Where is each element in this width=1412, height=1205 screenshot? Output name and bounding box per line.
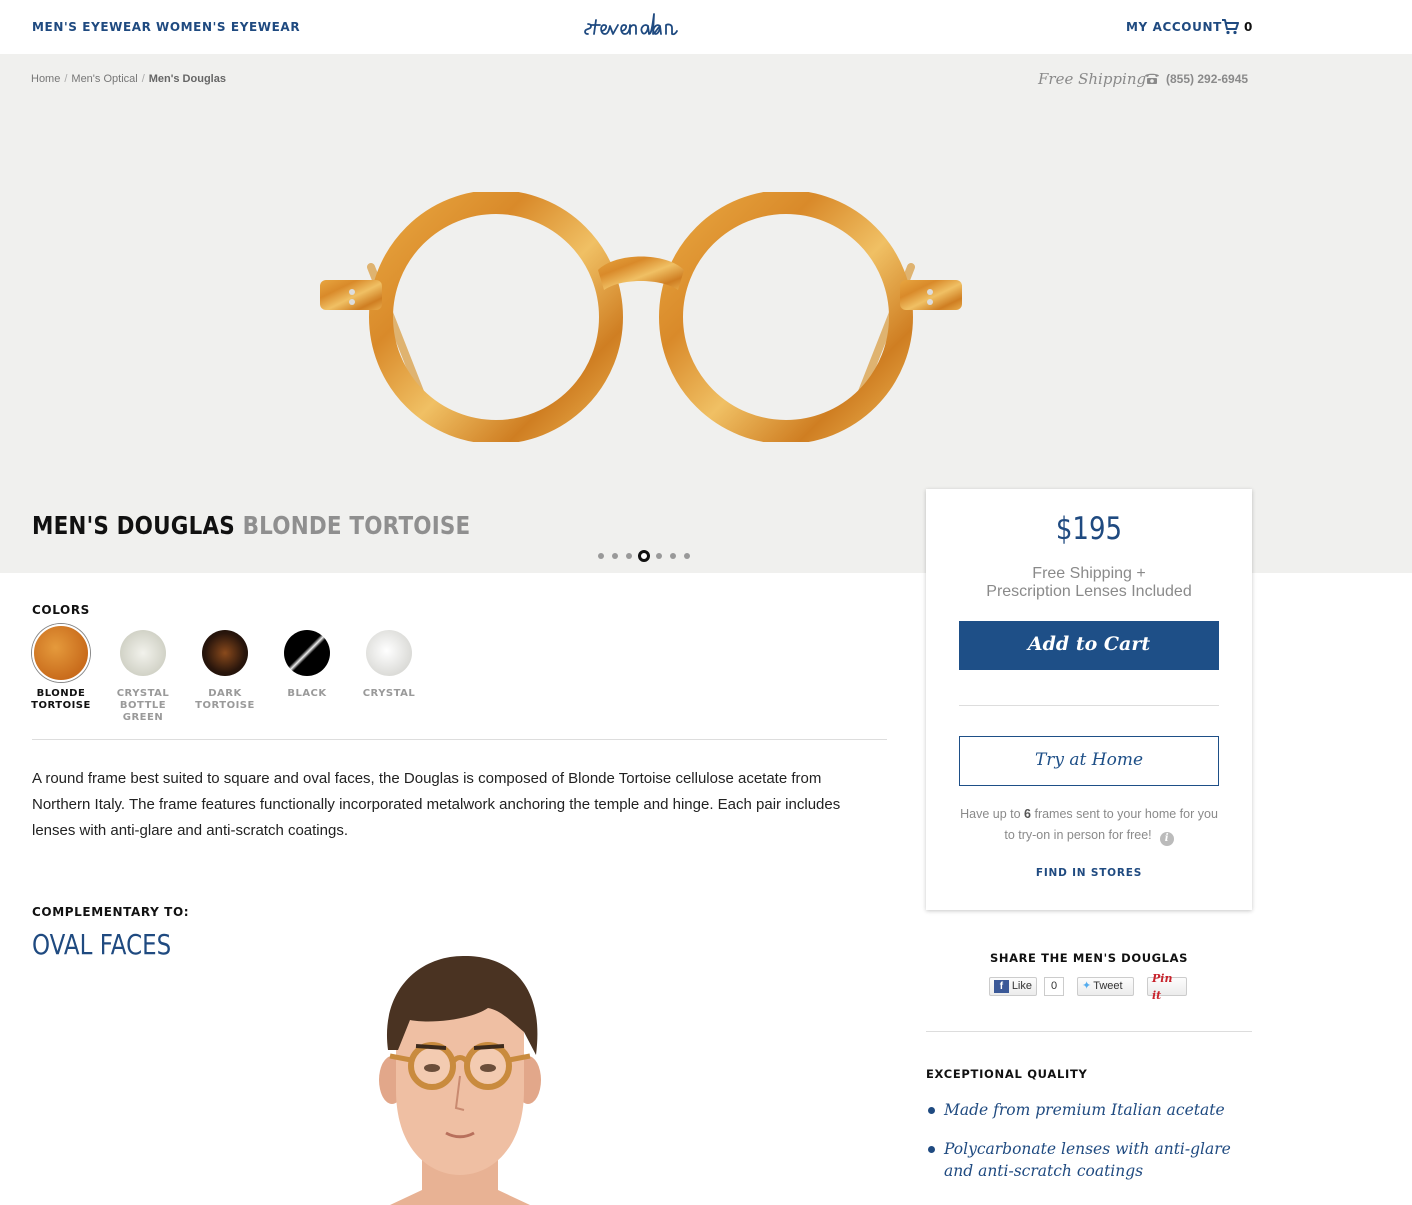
breadcrumb-mens-optical[interactable]: Men's Optical bbox=[71, 73, 137, 85]
color-swatch-option[interactable]: CRYSTAL bbox=[359, 630, 419, 700]
quality-item: Made from premium Italian acetate bbox=[926, 1099, 1246, 1121]
product-color-name: BLONDE TORTOISE bbox=[242, 511, 471, 540]
color-swatch-circle bbox=[120, 630, 166, 676]
price: $195 bbox=[1055, 511, 1123, 547]
breadcrumb-current: Men's Douglas bbox=[148, 73, 226, 85]
gallery-dot[interactable] bbox=[684, 553, 690, 559]
color-swatch-circle bbox=[366, 630, 412, 676]
color-swatch-option[interactable]: DARK TORTOISE bbox=[195, 630, 255, 712]
try-note-count: 6 bbox=[1024, 807, 1031, 821]
facebook-like-label: Like bbox=[1011, 980, 1032, 992]
phone-number[interactable]: (855) 292-6945 bbox=[1166, 72, 1248, 86]
try-note-text: frames sent to your home for you to try-… bbox=[1004, 807, 1218, 842]
try-at-home-button[interactable]: Try at Home bbox=[959, 736, 1219, 786]
color-swatch-label: BLONDE TORTOISE bbox=[31, 688, 91, 711]
gallery-pagination bbox=[594, 549, 694, 563]
shopping-cart-icon[interactable] bbox=[1221, 19, 1239, 35]
breadcrumb-separator: / bbox=[141, 73, 145, 85]
color-swatch-option[interactable]: BLONDE TORTOISE bbox=[31, 624, 91, 712]
gallery-dot[interactable] bbox=[612, 553, 618, 559]
my-account-link[interactable]: MY ACCOUNT bbox=[1126, 20, 1222, 34]
purchase-card: $195 Free Shipping + Prescription Lenses… bbox=[926, 489, 1252, 910]
gallery-dot[interactable] bbox=[638, 550, 650, 562]
price-note: Free Shipping + Prescription Lenses Incl… bbox=[926, 565, 1252, 601]
gallery-dot[interactable] bbox=[670, 553, 676, 559]
gallery-dot[interactable] bbox=[656, 553, 662, 559]
tweet-label: Tweet bbox=[1093, 980, 1123, 992]
colors-heading: COLORS bbox=[32, 603, 90, 617]
cart-count[interactable]: 0 bbox=[1244, 20, 1252, 34]
color-swatch-circle bbox=[202, 630, 248, 676]
quality-list: Made from premium Italian acetate Polyca… bbox=[926, 1099, 1246, 1199]
face-shape: OVAL FACES bbox=[32, 928, 172, 961]
free-shipping-text: Free Shipping bbox=[1038, 70, 1147, 88]
divider bbox=[959, 705, 1219, 706]
color-swatch-option[interactable]: CRYSTAL BOTTLE GREEN bbox=[113, 630, 173, 724]
price-note-line: Free Shipping + bbox=[1032, 565, 1146, 582]
try-at-home-note: Have up to 6 frames sent to your home fo… bbox=[956, 804, 1222, 846]
facebook-like-button[interactable]: f Like bbox=[989, 977, 1037, 996]
divider bbox=[32, 739, 887, 740]
nav-mens-eyewear[interactable]: MEN'S EYEWEAR bbox=[32, 20, 152, 34]
info-icon[interactable]: i bbox=[1159, 832, 1174, 846]
add-to-cart-button[interactable]: Add to Cart bbox=[959, 621, 1219, 670]
tweet-button[interactable]: ✦ Tweet bbox=[1077, 977, 1134, 996]
site-header: MEN'S EYEWEAR WOMEN'S EYEWEAR MY ACCOUNT… bbox=[0, 0, 1412, 54]
complementary-heading: COMPLEMENTARY TO: bbox=[32, 905, 190, 919]
color-swatch-label: CRYSTAL bbox=[362, 688, 416, 699]
product-description: A round frame best suited to square and … bbox=[32, 770, 841, 839]
breadcrumb-separator: / bbox=[64, 73, 68, 85]
pinterest-button[interactable]: Pin it bbox=[1147, 972, 1187, 1002]
divider bbox=[926, 1031, 1252, 1032]
breadcrumb: Home / Men's Optical / Men's Douglas bbox=[31, 73, 226, 85]
find-in-stores-link[interactable]: FIND IN STORES bbox=[926, 867, 1252, 879]
brand-logo[interactable] bbox=[582, 8, 704, 53]
nav-womens-eyewear[interactable]: WOMEN'S EYEWEAR bbox=[156, 20, 300, 34]
gallery-dot[interactable] bbox=[626, 553, 632, 559]
color-swatch-label: BLACK bbox=[287, 688, 327, 699]
phone-icon bbox=[1145, 73, 1159, 84]
color-swatch-circle bbox=[284, 630, 330, 676]
quality-heading: EXCEPTIONAL QUALITY bbox=[926, 1067, 1088, 1081]
try-note-text: Have up to bbox=[960, 807, 1025, 821]
color-swatch-label: DARK TORTOISE bbox=[195, 688, 255, 711]
color-swatch-label: CRYSTAL BOTTLE GREEN bbox=[116, 688, 170, 723]
gallery-dot[interactable] bbox=[598, 553, 604, 559]
share-heading: SHARE THE MEN'S DOUGLAS bbox=[990, 951, 1188, 965]
facebook-icon: f bbox=[994, 980, 1009, 993]
color-swatch-option[interactable]: BLACK bbox=[277, 630, 337, 700]
pinterest-label: Pin it bbox=[1152, 971, 1173, 1002]
facebook-like-count: 0 bbox=[1044, 977, 1064, 996]
steven-alan-logo bbox=[584, 13, 678, 36]
product-image-glasses bbox=[320, 192, 962, 442]
product-name: MEN'S DOUGLAS bbox=[32, 511, 235, 540]
product-title: MEN'S DOUGLAS BLONDE TORTOISE bbox=[32, 511, 470, 540]
breadcrumb-home[interactable]: Home bbox=[31, 73, 60, 85]
twitter-bird-icon: ✦ bbox=[1082, 980, 1092, 992]
model-photo bbox=[379, 955, 541, 1205]
quality-item: Polycarbonate lenses with anti-glare and… bbox=[926, 1138, 1246, 1182]
color-swatch-circle bbox=[32, 624, 90, 682]
price-note-line: Prescription Lenses Included bbox=[986, 583, 1192, 600]
